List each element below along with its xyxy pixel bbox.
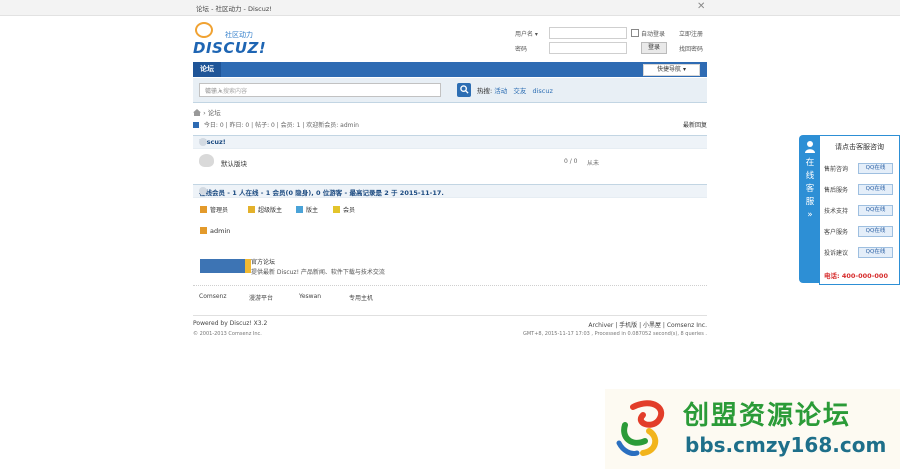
copyright: © 2001-2013 Comsenz Inc.: [193, 331, 262, 337]
friend-links: Comsenz 漫游平台 Yeswan 专用主机: [193, 285, 707, 302]
password-input[interactable]: [549, 42, 627, 54]
footer-gmt: GMT+8, 2015-11-17 17:03 , Processed in 0…: [522, 331, 707, 337]
watermark: 创盟资源论坛 bbs.cmzy168.com: [605, 389, 900, 469]
nav-item-forum[interactable]: 论坛: [193, 62, 221, 77]
online-header: 在线会员 - 1 人在线 - 1 会员(0 隐身), 0 位游客 - 最高记录是…: [193, 184, 707, 198]
legend-item: 版主: [296, 205, 318, 214]
hot-search: 热搜: 活动 交友 discuz: [477, 85, 557, 95]
breadcrumb-separator: ›: [203, 109, 206, 117]
person-icon: [805, 141, 815, 153]
partner-title[interactable]: 官方论坛: [251, 257, 275, 266]
stats-icon: [193, 122, 199, 128]
powered-by[interactable]: Powered by Discuz! X3.2: [193, 320, 267, 327]
partner-logo[interactable]: [200, 259, 251, 273]
breadcrumb-current[interactable]: 论坛: [208, 109, 221, 117]
search-input[interactable]: 请输入搜索内容 帖子 ▾: [199, 83, 441, 97]
footer-links[interactable]: Archiver | 手机版 | 小黑屋 | Comsenz Inc.: [588, 320, 707, 329]
watermark-name: 创盟资源论坛: [683, 401, 852, 431]
qq-online-button[interactable]: QQ在线: [858, 184, 893, 195]
friend-link[interactable]: 专用主机: [349, 293, 373, 302]
cs-tab-label: 在线客服 »: [805, 158, 815, 220]
home-icon[interactable]: [193, 109, 201, 116]
collapse-icon[interactable]: [199, 187, 207, 195]
hot-term[interactable]: discuz: [532, 87, 552, 95]
admin-user-icon: [200, 227, 207, 234]
username-label[interactable]: 用户名 ▾: [515, 29, 538, 38]
forum-counts: 0 / 0: [564, 158, 578, 165]
qq-online-button[interactable]: QQ在线: [858, 205, 893, 216]
cs-row-label: 投诉建议: [824, 250, 849, 257]
main-nav: 论坛 快捷导航 ▾: [193, 62, 707, 77]
category-header: Discuz!: [193, 135, 707, 149]
online-user[interactable]: admin: [200, 227, 230, 235]
search-bar: 请输入搜索内容 帖子 ▾ 热搜: 活动 交友 discuz: [193, 78, 707, 103]
friend-link[interactable]: 漫游平台: [249, 293, 273, 302]
cs-panel: 请点击客服咨询 售前咨询 QQ在线 售后服务 QQ在线 技术支持 QQ在线 客户…: [819, 135, 900, 285]
logo-wordmark: DISCUZ!: [193, 39, 267, 57]
forum-stats: 今日: 0 | 昨日: 0 | 帖子: 0 | 会员: 1 | 欢迎新会员: a…: [193, 120, 707, 129]
qq-online-button[interactable]: QQ在线: [858, 247, 893, 258]
new-posts-link[interactable]: 最新回复: [683, 120, 707, 129]
footer-divider: [193, 315, 707, 316]
legend-item: 超级版主: [248, 205, 282, 214]
remember-checkbox[interactable]: [631, 29, 639, 37]
legend-item: 会员: [333, 205, 355, 214]
cs-row-label: 售前咨询: [824, 166, 849, 173]
window-title: 论坛 - 社区动力 - Discuz!: [196, 5, 272, 13]
stats-text: 今日: 0 | 昨日: 0 | 帖子: 0 | 会员: 1 | 欢迎新会员: a…: [203, 122, 359, 129]
friend-link[interactable]: Comsenz: [199, 293, 226, 300]
hot-term[interactable]: 活动: [494, 87, 507, 95]
member-user-icon: [333, 206, 340, 213]
customer-service-float: 在线客服 » 请点击客服咨询 售前咨询 QQ在线 售后服务 QQ在线 技术支持 …: [799, 135, 900, 285]
partner-description: 提供最新 Discuz! 产品新闻、软件下载与技术交流: [251, 269, 385, 276]
friend-link[interactable]: Yeswan: [299, 293, 321, 300]
cs-row-label: 客户服务: [824, 229, 849, 236]
cs-row-label: 售后服务: [824, 187, 849, 194]
online-user-name[interactable]: admin: [210, 227, 230, 235]
qq-online-button[interactable]: QQ在线: [858, 163, 893, 174]
cs-title: 请点击客服咨询: [835, 143, 884, 151]
site-logo[interactable]: 社区动力 DISCUZ!: [193, 22, 267, 58]
cs-tab[interactable]: 在线客服 »: [799, 135, 821, 283]
collapse-icon[interactable]: [199, 138, 207, 146]
search-button[interactable]: [457, 83, 471, 97]
forum-bubble-icon: [199, 154, 214, 167]
hot-label: 热搜:: [477, 87, 493, 95]
search-scope-select[interactable]: 帖子 ▾: [205, 86, 222, 95]
forum-last-post: 从未: [587, 160, 600, 167]
forum-name[interactable]: 默认版块: [221, 158, 247, 168]
online-title[interactable]: 在线会员 - 1 人在线 - 1 会员(0 隐身), 0 位游客 - 最高记录是…: [199, 187, 444, 197]
password-label: 密码: [515, 46, 528, 53]
admin-user-icon: [200, 206, 207, 213]
cs-phone: 电话: 400-000-000: [824, 272, 888, 280]
close-icon[interactable]: ✕: [697, 1, 705, 12]
qq-online-button[interactable]: QQ在线: [858, 226, 893, 237]
forgot-password-link[interactable]: 找回密码: [679, 44, 703, 53]
search-icon: [459, 85, 469, 94]
watermark-url: bbs.cmzy168.com: [685, 433, 887, 457]
legend-item: 管理员: [200, 205, 228, 214]
username-input[interactable]: [549, 27, 627, 39]
supermod-user-icon: [248, 206, 255, 213]
login-button[interactable]: 登录: [641, 42, 667, 54]
register-link[interactable]: 立即注册: [679, 29, 703, 38]
quick-nav-button[interactable]: 快捷导航 ▾: [643, 64, 700, 76]
mod-user-icon: [296, 206, 303, 213]
hot-term[interactable]: 交友: [513, 87, 526, 95]
logo-bubble-icon: [195, 22, 213, 38]
cs-row-label: 技术支持: [824, 208, 849, 215]
remember-label: 自动登录: [641, 31, 666, 38]
login-form: 用户名 ▾ 自动登录 立即注册 密码 登录 找回密码: [515, 27, 710, 57]
top-bar: 论坛 - 社区动力 - Discuz! ✕: [0, 0, 900, 16]
watermark-logo-icon: [616, 400, 665, 456]
partner-block: 官方论坛 提供最新 Discuz! 产品新闻、软件下载与技术交流: [200, 255, 500, 277]
member-legend: 管理员 超级版主 版主 会员: [200, 205, 500, 217]
breadcrumb: › 论坛: [193, 107, 221, 117]
forum-row: 默认版块 0 / 0 从未: [193, 150, 707, 176]
